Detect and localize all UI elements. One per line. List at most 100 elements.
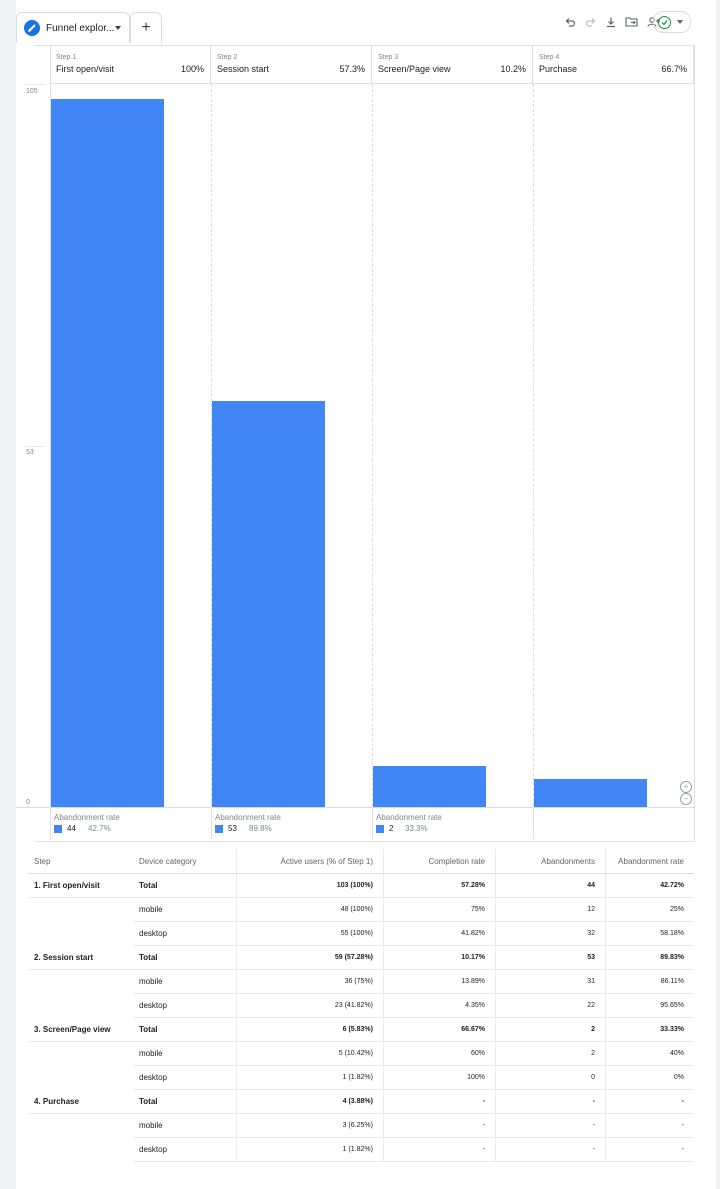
- abandonments-cell: -: [495, 1137, 606, 1162]
- table-row[interactable]: mobile 48 (100%) 75% 12 25%: [28, 897, 694, 922]
- zoom-out-icon[interactable]: −: [680, 793, 692, 805]
- chevron-down-icon[interactable]: [115, 26, 121, 30]
- undo-icon[interactable]: [562, 14, 578, 30]
- abandonment-label: Abandonment rate: [54, 813, 120, 822]
- chevron-down-icon: [677, 20, 683, 24]
- step-percent: 100%: [180, 64, 204, 74]
- step-cell: [28, 1113, 133, 1138]
- abandonments-cell: 2: [495, 1017, 606, 1042]
- zoom-in-icon[interactable]: +: [680, 781, 692, 793]
- step-header-4[interactable]: Step 4 Purchase 66.7%: [533, 45, 694, 84]
- table-row[interactable]: desktop 1 (1.82%) 100% 0 0%: [28, 1065, 694, 1090]
- table-row[interactable]: 2. Session start Total 59 (57.28%) 10.17% 53…: [28, 945, 694, 970]
- active-users-cell: 48 (100%): [236, 897, 384, 922]
- device-cell: Total: [133, 1089, 237, 1114]
- funnel-table: Step Device category Active users (% of …: [28, 849, 694, 1162]
- abandonments-cell: -: [495, 1089, 606, 1114]
- abandonment-rate-cell: 0%: [605, 1065, 694, 1090]
- abandonment-cell-3[interactable]: Abandonment rate 2 33.3%: [372, 807, 532, 840]
- table-row[interactable]: 1. First open/visit Total 103 (100%) 57.28%…: [28, 873, 694, 898]
- table-row[interactable]: mobile 5 (10.42%) 60% 2 40%: [28, 1041, 694, 1066]
- series-swatch: [54, 825, 62, 833]
- column-header[interactable]: Completion rate: [383, 849, 496, 874]
- status-dropdown[interactable]: [653, 11, 691, 33]
- abandonment-rate-cell: 25%: [605, 897, 694, 922]
- move-folder-icon[interactable]: [624, 14, 640, 30]
- y-tick-label: 53: [26, 449, 34, 456]
- abandonment-rate-cell: 42.72%: [605, 873, 694, 898]
- device-cell: mobile: [133, 1041, 237, 1066]
- redo-icon[interactable]: [583, 14, 599, 30]
- step-name: Purchase: [539, 64, 578, 74]
- device-cell: mobile: [133, 897, 237, 922]
- step-cell: 2. Session start: [28, 945, 133, 970]
- abandonments-cell: 44: [495, 873, 606, 898]
- abandonment-rate-cell: -: [605, 1113, 694, 1138]
- device-cell: desktop: [133, 993, 237, 1018]
- step-divider: [372, 807, 373, 839]
- active-users-cell: 36 (75%): [236, 969, 384, 994]
- step-percent: 66.7%: [661, 64, 687, 74]
- column-header[interactable]: Step: [28, 849, 133, 874]
- table-row[interactable]: 4. Purchase Total 4 (3.88%) - - -: [28, 1089, 694, 1114]
- step-name: First open/visit: [56, 64, 115, 74]
- y-gridline: [25, 84, 45, 85]
- funnel-bar[interactable]: [212, 401, 325, 807]
- active-users-cell: 4 (3.88%): [236, 1089, 384, 1114]
- abandonment-rate-cell: 33.33%: [605, 1017, 694, 1042]
- abandonment-rate: 33.3%: [405, 824, 428, 833]
- column-header[interactable]: Device category: [133, 849, 237, 874]
- tab-funnel-exploration[interactable]: Funnel explor...: [16, 12, 130, 43]
- step-cell: [28, 897, 133, 922]
- completion-rate-cell: -: [383, 1137, 496, 1162]
- abandonment-cell-2[interactable]: Abandonment rate 53 89.8%: [211, 807, 371, 840]
- step-cell: [28, 1137, 133, 1162]
- table-row[interactable]: mobile 36 (75%) 13.89% 31 86.11%: [28, 969, 694, 994]
- step-header-2[interactable]: Step 2 Session start 57.3%: [211, 45, 372, 84]
- abandonment-rate-cell: -: [605, 1089, 694, 1114]
- column-header[interactable]: Abandonments: [495, 849, 606, 874]
- step-header-1[interactable]: Step 1 First open/visit 100%: [50, 45, 211, 84]
- table-row[interactable]: 3. Screen/Page view Total 6 (5.83%) 66.67% 2…: [28, 1017, 694, 1042]
- abandonment-rate-cell: 58.18%: [605, 921, 694, 946]
- table-row[interactable]: desktop 23 (41.82%) 4.35% 22 95.65%: [28, 993, 694, 1018]
- add-tab-button[interactable]: +: [130, 12, 162, 43]
- table-row[interactable]: desktop 1 (1.82%) - - -: [28, 1137, 694, 1162]
- step-divider: [533, 807, 534, 839]
- completion-rate-cell: 100%: [383, 1065, 496, 1090]
- abandonments-cell: -: [495, 1113, 606, 1138]
- completion-rate-cell: 41.82%: [383, 921, 496, 946]
- completion-rate-cell: -: [383, 1089, 496, 1114]
- tab-label: Funnel explor...: [46, 22, 115, 34]
- table-row[interactable]: mobile 3 (6.25%) - - -: [28, 1113, 694, 1138]
- abandonment-count: 53: [228, 824, 237, 833]
- funnel-bar[interactable]: [534, 779, 647, 807]
- table-row[interactable]: desktop 55 (100%) 41.82% 32 58.18%: [28, 921, 694, 946]
- device-cell: mobile: [133, 969, 237, 994]
- device-cell: desktop: [133, 1137, 237, 1162]
- column-header[interactable]: Abandonment rate: [605, 849, 694, 874]
- funnel-bar[interactable]: [373, 766, 486, 807]
- step-cell: [28, 969, 133, 994]
- step-header-3[interactable]: Step 3 Screen/Page view 10.2%: [372, 45, 533, 84]
- abandonments-cell: 0: [495, 1065, 606, 1090]
- device-cell: desktop: [133, 921, 237, 946]
- step-cell: [28, 1041, 133, 1066]
- step-cell: [28, 921, 133, 946]
- abandonment-rate: 42.7%: [88, 824, 111, 833]
- plus-icon: +: [141, 19, 151, 36]
- step-divider: [211, 807, 212, 839]
- step-cell: [28, 1065, 133, 1090]
- device-cell: desktop: [133, 1065, 237, 1090]
- step-percent: 57.3%: [339, 64, 365, 74]
- active-users-cell: 103 (100%): [236, 873, 384, 898]
- abandonment-cell-1[interactable]: Abandonment rate 44 42.7%: [50, 807, 210, 840]
- step-number: Step 4: [539, 54, 560, 61]
- step-number: Step 2: [217, 54, 238, 61]
- download-icon[interactable]: [603, 14, 619, 30]
- funnel-bar[interactable]: [51, 99, 164, 807]
- column-header[interactable]: Active users (% of Step 1): [236, 849, 384, 874]
- series-swatch: [376, 825, 384, 833]
- status-check-icon: [658, 15, 671, 29]
- series-swatch: [215, 825, 223, 833]
